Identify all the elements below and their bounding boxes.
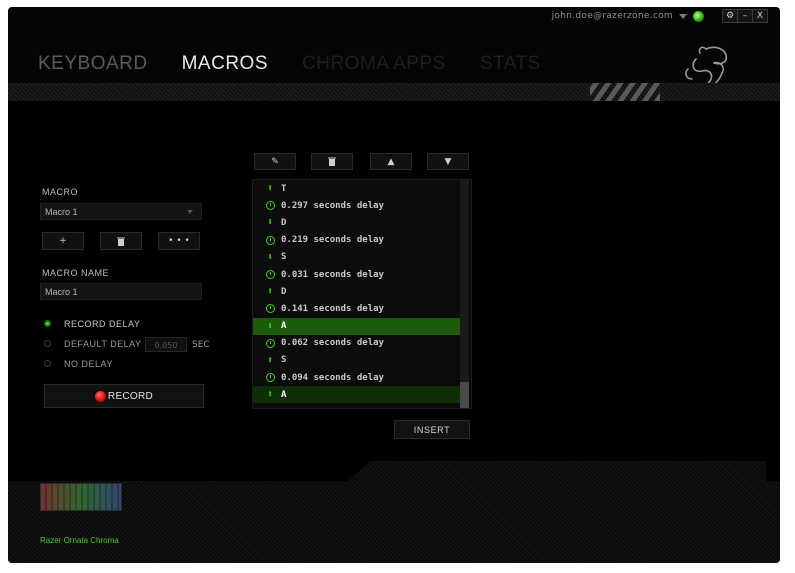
close-button[interactable]: X (753, 10, 767, 22)
event-rows: ⬆ T 0.297 seconds delay ⬇ D 0.219 seconds del… (253, 180, 471, 404)
delete-macro-button[interactable] (100, 232, 142, 250)
delete-event-button[interactable] (311, 153, 353, 170)
macro-name-field[interactable]: Macro 1 (40, 283, 202, 300)
account-dropdown-icon[interactable] (679, 13, 687, 19)
event-list-scrollbar[interactable] (460, 180, 469, 408)
record-icon (94, 390, 106, 402)
event-row-key[interactable]: ⬇ A (253, 317, 461, 335)
add-macro-button[interactable]: + (42, 232, 84, 250)
default-delay-label: DEFAULT DELAY (64, 339, 142, 349)
event-text: S (281, 252, 287, 263)
tab-stats: STATS (479, 53, 541, 74)
event-text: D (281, 217, 287, 228)
sec-unit-label: SEC (192, 340, 210, 350)
minimize-button[interactable]: – (738, 10, 753, 22)
event-text: 0.141 seconds delay (281, 303, 384, 314)
event-text: D (281, 286, 287, 297)
event-row-key[interactable]: ⬆ S (253, 352, 461, 369)
key-down-icon: ⬇ (266, 320, 274, 332)
sync-status-icon[interactable] (693, 10, 704, 22)
key-up-icon: ⬆ (266, 354, 274, 366)
event-row-delay[interactable]: 0.094 seconds delay (253, 369, 461, 386)
clock-icon (263, 304, 277, 314)
record-delay-radio[interactable] (44, 320, 51, 327)
event-text: S (281, 355, 287, 366)
record-delay-label: RECORD DELAY (64, 319, 141, 329)
tab-macros[interactable]: MACROS (182, 53, 268, 75)
clock-icon (263, 235, 277, 245)
device-footer (8, 461, 780, 563)
user-bar: john.doe@razerzone.com ⚙ – X (552, 9, 768, 23)
event-text: A (281, 321, 287, 332)
chevron-down-icon (187, 210, 193, 214)
event-row-delay[interactable]: 0.031 seconds delay (253, 266, 461, 283)
insert-button[interactable]: INSERT (394, 420, 470, 439)
event-text: 0.031 seconds delay (281, 269, 384, 280)
macro-select-value: Macro 1 (45, 207, 78, 217)
tab-chroma-apps: CHROMA APPS (302, 53, 446, 74)
event-row-key[interactable]: ⬆ A (253, 386, 461, 404)
event-text: 0.094 seconds delay (281, 372, 384, 383)
event-row-key[interactable]: ⬆ D (253, 283, 461, 300)
pencil-icon: ✎ (271, 156, 279, 167)
arrow-up-icon: ▲ (387, 156, 395, 167)
default-delay-input[interactable]: 0.050 (145, 337, 187, 352)
key-up-icon: ⬆ (266, 183, 274, 195)
trash-icon (328, 157, 336, 166)
event-row-delay[interactable]: 0.062 seconds delay (253, 335, 461, 352)
default-delay-radio[interactable] (44, 340, 51, 347)
record-button-label: RECORD (107, 390, 154, 402)
no-delay-radio[interactable] (44, 360, 51, 367)
event-text: 0.297 seconds delay (281, 200, 384, 211)
macro-section-label: MACRO (42, 187, 78, 197)
arrow-down-icon: ▼ (444, 156, 452, 167)
move-down-button[interactable]: ▼ (427, 153, 469, 170)
clock-icon (263, 201, 277, 211)
clock-icon (263, 338, 277, 348)
move-up-button[interactable]: ▲ (370, 153, 412, 170)
device-keyboard-thumbnail[interactable] (40, 483, 122, 511)
key-up-icon: ⬆ (266, 286, 274, 298)
event-row-key[interactable]: ⬆ T (253, 180, 461, 197)
main-nav: KEYBOARD MACROS CHROMA APPS STATS (38, 53, 541, 75)
no-delay-label: NO DELAY (64, 359, 113, 369)
key-down-icon: ⬇ (266, 217, 274, 229)
macro-select[interactable]: Macro 1 (40, 203, 202, 220)
clock-icon (263, 373, 277, 383)
record-button[interactable]: RECORD (44, 384, 204, 408)
edit-event-button[interactable]: ✎ (254, 153, 296, 170)
event-row-delay[interactable]: 0.297 seconds delay (253, 197, 461, 214)
event-row-key[interactable]: ⬇ S (253, 249, 461, 266)
event-row-delay[interactable]: 0.141 seconds delay (253, 300, 461, 317)
more-options-button[interactable]: • • • (158, 232, 200, 250)
window-controls: ⚙ – X (722, 9, 768, 23)
settings-icon[interactable]: ⚙ (723, 10, 738, 22)
event-row-key[interactable]: ⬇ D (253, 214, 461, 231)
clock-icon (263, 270, 277, 280)
device-name: Razer Ornata Chroma (40, 536, 119, 545)
trash-icon (117, 237, 125, 246)
event-row-delay[interactable]: 0.219 seconds delay (253, 232, 461, 249)
event-text: 0.219 seconds delay (281, 235, 384, 246)
user-email[interactable]: john.doe@razerzone.com (552, 11, 673, 21)
key-up-icon: ⬆ (266, 389, 274, 401)
header-divider (8, 83, 780, 101)
event-text: T (281, 183, 287, 194)
macro-event-list[interactable]: ⬆ T 0.297 seconds delay ⬇ D 0.219 seconds del… (252, 179, 472, 409)
macro-name-label: MACRO NAME (42, 268, 110, 278)
event-text: A (281, 389, 287, 400)
synapse-window: john.doe@razerzone.com ⚙ – X KEYBOARD MA… (8, 7, 780, 563)
event-text: 0.062 seconds delay (281, 338, 384, 349)
key-down-icon: ⬇ (266, 251, 274, 263)
tab-keyboard[interactable]: KEYBOARD (38, 53, 148, 75)
scrollbar-thumb[interactable] (460, 382, 469, 408)
